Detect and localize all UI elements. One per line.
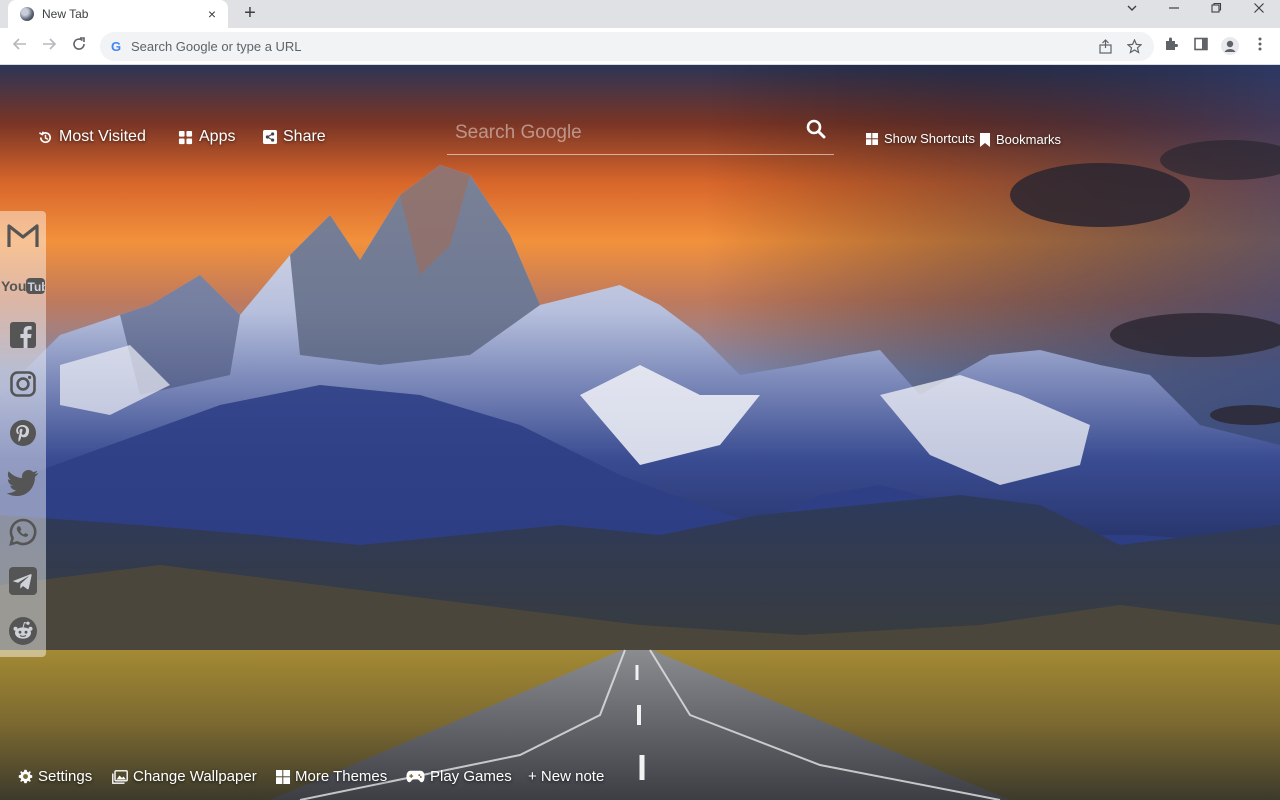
pinterest-icon[interactable] (0, 413, 46, 453)
restore-icon[interactable] (1201, 0, 1231, 20)
themes-grid-icon (276, 769, 290, 784)
social-sidebar: You Tube (0, 211, 46, 657)
facebook-icon[interactable] (0, 315, 46, 355)
bookmark-icon (980, 132, 990, 147)
more-themes-link[interactable]: More Themes (276, 768, 387, 785)
wallpaper-image (0, 65, 1280, 800)
gear-icon (18, 769, 33, 784)
reload-icon[interactable] (68, 36, 90, 58)
bookmark-star-icon[interactable] (1126, 38, 1142, 55)
google-g-icon: G (110, 39, 122, 54)
back-icon[interactable] (9, 36, 31, 58)
side-panel-icon[interactable] (1190, 36, 1212, 58)
svg-text:You: You (1, 278, 26, 294)
search-icon[interactable] (806, 119, 828, 141)
omnibox-placeholder: Search Google or type a URL (131, 39, 302, 54)
wallpaper-icon (112, 769, 128, 784)
new-tab-button[interactable]: + (238, 2, 262, 26)
tab-title: New Tab (42, 7, 89, 21)
tab-favicon-icon (20, 7, 34, 21)
gamepad-icon (406, 770, 425, 783)
gmail-icon[interactable] (0, 216, 46, 256)
more-themes-label: More Themes (295, 768, 388, 785)
apps-grid-icon (178, 130, 193, 144)
history-icon (39, 130, 51, 143)
forward-icon[interactable] (38, 36, 60, 58)
share-page-icon[interactable] (1097, 39, 1113, 55)
tab-strip: New Tab × + (0, 0, 1280, 28)
bookmarks-label: Bookmarks (996, 132, 1062, 147)
close-window-icon[interactable] (1244, 0, 1274, 20)
tab-search-icon[interactable] (1117, 0, 1147, 20)
omnibox[interactable]: G Search Google or type a URL (100, 32, 1154, 61)
share-link[interactable]: Share (263, 128, 326, 146)
search-input[interactable] (455, 119, 795, 147)
reddit-icon[interactable] (0, 611, 46, 651)
play-games-label: Play Games (430, 768, 512, 785)
youtube-icon[interactable]: You Tube (0, 266, 46, 306)
most-visited-label: Most Visited (59, 128, 146, 145)
close-tab-icon[interactable]: × (204, 6, 220, 22)
settings-link[interactable]: Settings (18, 768, 92, 785)
twitter-icon[interactable] (0, 463, 46, 503)
apps-link[interactable]: Apps (178, 128, 235, 146)
apps-label: Apps (199, 128, 236, 145)
new-note-link[interactable]: + New note (528, 768, 604, 785)
new-tab-page: Most Visited Apps Share Show S (0, 65, 1280, 800)
browser-toolbar: G Search Google or type a URL (0, 28, 1280, 65)
most-visited-link[interactable]: Most Visited (38, 128, 146, 146)
search-box (447, 115, 834, 155)
share-label: Share (283, 128, 326, 145)
windows-grid-icon (866, 132, 878, 145)
share-icon (263, 130, 277, 144)
change-wallpaper-link[interactable]: Change Wallpaper (112, 768, 257, 785)
change-wallpaper-label: Change Wallpaper (133, 768, 257, 785)
tab-new-tab[interactable]: New Tab × (8, 0, 228, 28)
settings-label: Settings (38, 768, 93, 785)
play-games-link[interactable]: Play Games (406, 768, 512, 785)
profile-avatar-icon[interactable] (1219, 36, 1241, 58)
bookmarks-link[interactable]: Bookmarks (980, 132, 1061, 147)
telegram-icon[interactable] (0, 561, 46, 601)
new-note-label: + New note (528, 768, 605, 785)
extensions-icon[interactable] (1160, 36, 1182, 58)
show-shortcuts-link[interactable]: Show Shortcuts (866, 131, 975, 146)
whatsapp-icon[interactable] (0, 512, 46, 552)
minimize-icon[interactable] (1159, 0, 1189, 20)
show-shortcuts-label: Show Shortcuts (884, 131, 976, 146)
svg-text:Tube: Tube (28, 280, 46, 294)
menu-kebab-icon[interactable] (1249, 36, 1271, 58)
instagram-icon[interactable] (0, 364, 46, 404)
